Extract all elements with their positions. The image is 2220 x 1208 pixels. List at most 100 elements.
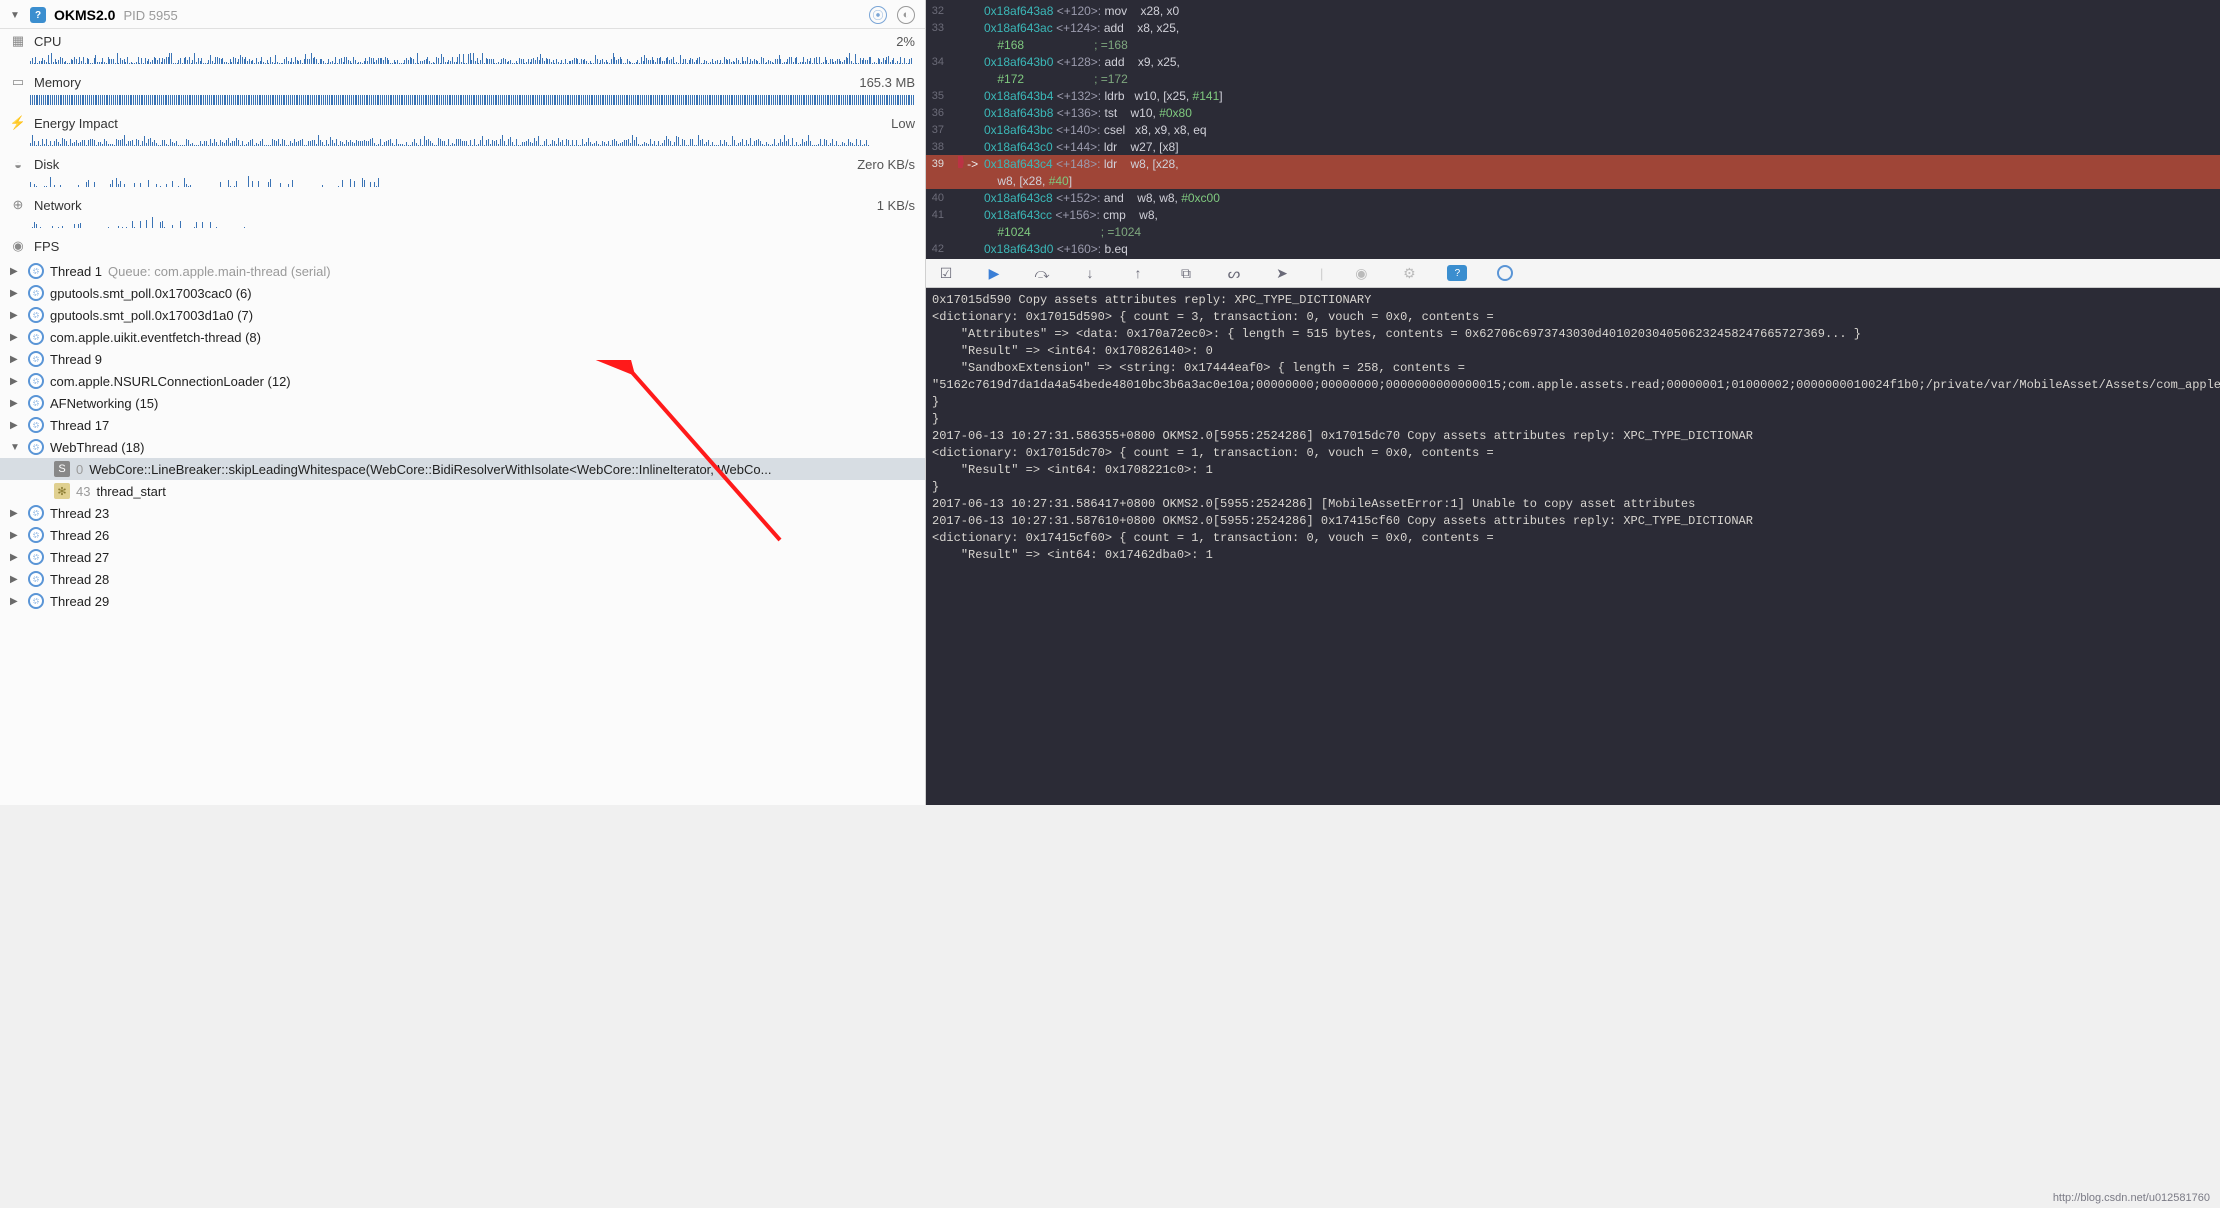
thread-row[interactable]: ▶com.apple.NSURLConnectionLoader (12) (0, 370, 925, 392)
disclosure-triangle[interactable]: ▶ (10, 552, 22, 563)
asm-instruction: 0x18af643c8 <+152>: and w8, w8, #0xc00 (984, 191, 2220, 205)
thread-row[interactable]: ▶Thread 29 (0, 590, 925, 612)
step-out-icon[interactable]: ↑ (1128, 265, 1148, 281)
disclosure-triangle[interactable]: ▶ (10, 420, 22, 431)
console-output[interactable]: 0x17015d590 Copy assets attributes reply… (926, 288, 2220, 805)
location-icon[interactable]: ➤ (1272, 265, 1292, 281)
thread-label: WebThread (18) (50, 440, 144, 455)
asm-row[interactable]: 420x18af643d0 <+160>: b.eq (926, 240, 2220, 257)
asm-marker: -> (950, 156, 984, 171)
asm-row[interactable]: 350x18af643b4 <+132>: ldrb w10, [x25, #1… (926, 87, 2220, 104)
frame-icon: S (54, 461, 70, 477)
thread-icon (28, 571, 44, 587)
step-into-icon[interactable]: ↓ (1080, 265, 1100, 281)
asm-row[interactable]: 39 ->0x18af643c4 <+148>: ldr w8, [x28, W… (926, 155, 2220, 172)
disclosure-triangle[interactable]: ▶ (10, 332, 22, 343)
metric-fps[interactable]: ◉FPS (0, 234, 925, 256)
network-icon: ⊕ (10, 197, 26, 213)
thread-icon (28, 329, 44, 345)
metric-memory[interactable]: ▭Memory165.3 MB (0, 70, 925, 111)
asm-row-continuation: #1024 ; =1024 (926, 223, 2220, 240)
disclosure-triangle[interactable]: ▶ (10, 354, 22, 365)
debug-view-icon[interactable]: ⧉ (1176, 265, 1196, 281)
metric-value: Zero KB/s (857, 157, 915, 172)
asm-row-continuation: w8, [x28, #40] (926, 172, 2220, 189)
asm-instruction: 0x18af643c4 <+148>: ldr w8, [x28, (984, 157, 2220, 171)
disclosure-triangle[interactable]: ▶ (10, 574, 22, 585)
asm-row-continuation: #168 ; =168 (926, 36, 2220, 53)
thread-row[interactable]: ▶gputools.smt_poll.0x17003cac0 (6) (0, 282, 925, 304)
thread-icon (28, 505, 44, 521)
thread-row[interactable]: ▶ gputools.smt_poll.0x17003d1a0 (7) (0, 304, 925, 326)
asm-row[interactable]: 320x18af643a8 <+120>: mov x28, x0 (926, 2, 2220, 19)
asm-row[interactable]: 380x18af643c0 <+144>: ldr w27, [x8] (926, 138, 2220, 155)
toggle-output-icon[interactable]: ☑ (936, 265, 956, 281)
asm-row[interactable]: 330x18af643ac <+124>: add x8, x25, (926, 19, 2220, 36)
thread-icon (28, 417, 44, 433)
thread-row[interactable]: ▶ Thread 28 (0, 568, 925, 590)
graph-icon[interactable]: ᔕ (1224, 265, 1244, 281)
line-number: 39 (926, 158, 950, 170)
thread-badge-icon[interactable] (1495, 265, 1515, 281)
disclosure-triangle[interactable]: ▶ (10, 508, 22, 519)
thread-label: Thread 28 (50, 572, 109, 587)
asm-row[interactable]: 360x18af643b8 <+136>: tst w10, #0x80 (926, 104, 2220, 121)
thread-row[interactable]: ▶Thread 1 Queue: com.apple.main-thread (… (0, 260, 925, 282)
metric-label: Network (34, 198, 82, 213)
metric-label: Disk (34, 157, 59, 172)
line-number: 41 (926, 209, 950, 221)
metric-value: 165.3 MB (859, 75, 915, 90)
asm-row[interactable]: 410x18af643cc <+156>: cmp w8, (926, 206, 2220, 223)
meter-icon[interactable]: ◐ (897, 6, 915, 24)
thread-label: Thread 26 (50, 528, 109, 543)
step-over-icon[interactable]: ⤼ (1032, 265, 1052, 281)
asm-instruction: 0x18af643bc <+140>: csel x8, x9, x8, eq (984, 123, 2220, 137)
stack-frame-row[interactable]: ✻43 thread_start (0, 480, 925, 502)
line-number: 32 (926, 5, 950, 17)
camera-icon[interactable]: ◉ (1351, 265, 1371, 281)
asm-instruction: 0x18af643b0 <+128>: add x9, x25, (984, 55, 2220, 69)
metric-cpu[interactable]: ▦CPU2% (0, 29, 925, 70)
thread-row[interactable]: ▶Thread 27 (0, 546, 925, 568)
sparkline (30, 134, 915, 146)
metric-energy[interactable]: ⚡Energy ImpactLow (0, 111, 925, 152)
thread-label: gputools.smt_poll.0x17003d1a0 (7) (50, 308, 253, 323)
disclosure-triangle[interactable]: ▶ (10, 596, 22, 607)
app-badge-icon[interactable]: ? (1447, 265, 1467, 281)
metric-network[interactable]: ⊕Network1 KB/s (0, 193, 925, 234)
asm-row[interactable]: 340x18af643b0 <+128>: add x9, x25, (926, 53, 2220, 70)
thread-icon (28, 373, 44, 389)
disclosure-triangle[interactable]: ▼ (10, 442, 22, 453)
thread-label: com.apple.uikit.eventfetch-thread (8) (50, 330, 261, 345)
sparkline (30, 216, 915, 228)
thread-label: AFNetworking (15) (50, 396, 158, 411)
disclosure-triangle[interactable]: ▶ (10, 310, 22, 321)
disclosure-triangle[interactable]: ▶ (10, 376, 22, 387)
settings-icon[interactable]: ⚙ (1399, 265, 1419, 281)
disclosure-triangle[interactable]: ▶ (10, 266, 22, 277)
disclosure-triangle[interactable]: ▼ (10, 10, 22, 21)
continue-icon[interactable]: ▶ (984, 265, 1004, 281)
thread-row[interactable]: ▶Thread 23 (0, 502, 925, 524)
thread-row[interactable]: ▶ AFNetworking (15) (0, 392, 925, 414)
disclosure-triangle[interactable]: ▶ (10, 288, 22, 299)
thread-row[interactable]: ▼ WebThread (18) (0, 436, 925, 458)
app-name: OKMS2.0 (54, 7, 115, 23)
thread-row[interactable]: ▶Thread 9 (0, 348, 925, 370)
asm-row[interactable]: 370x18af643bc <+140>: csel x8, x9, x8, e… (926, 121, 2220, 138)
asm-row[interactable]: 400x18af643c8 <+152>: and w8, w8, #0xc00 (926, 189, 2220, 206)
disassembly-view[interactable]: 320x18af643a8 <+120>: mov x28, x0330x18a… (926, 0, 2220, 259)
thread-icon (28, 439, 44, 455)
thread-row[interactable]: ▶Thread 17 (0, 414, 925, 436)
thread-row[interactable]: ▶ Thread 26 (0, 524, 925, 546)
metric-disk[interactable]: ◒DiskZero KB/s (0, 152, 925, 193)
cpu-icon: ▦ (10, 33, 26, 49)
disclosure-triangle[interactable]: ▶ (10, 398, 22, 409)
compass-icon[interactable]: ⦿ (869, 6, 887, 24)
thread-icon (28, 593, 44, 609)
stack-frame-row[interactable]: S0 WebCore::LineBreaker::skipLeadingWhit… (0, 458, 925, 480)
disclosure-triangle[interactable]: ▶ (10, 530, 22, 541)
thread-label: Thread 1 (50, 264, 102, 279)
thread-row[interactable]: ▶ com.apple.uikit.eventfetch-thread (8) (0, 326, 925, 348)
gear-icon: ✻ (54, 483, 70, 499)
